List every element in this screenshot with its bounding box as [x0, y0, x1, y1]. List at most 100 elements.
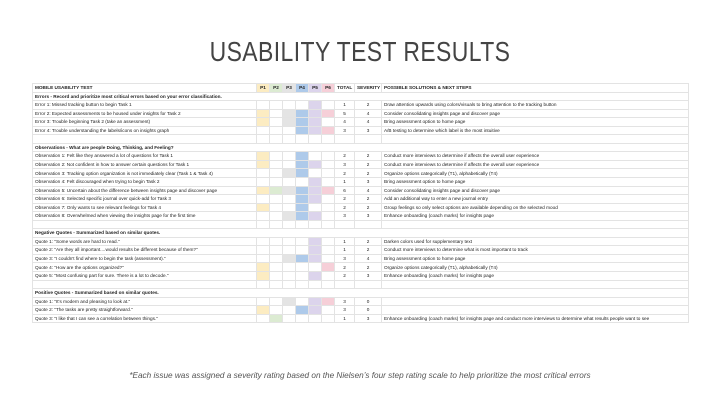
participant-cell-p5 [308, 313, 322, 324]
participant-cell-p4 [295, 168, 309, 178]
row-total: 1 [334, 245, 355, 255]
participant-cell-p1 [256, 108, 270, 119]
row-solution: Enhance onboarding (coach marks) for ins… [381, 271, 689, 281]
empty-cell [321, 134, 335, 144]
participant-cell-p3 [282, 202, 296, 213]
row-total: 2 [334, 151, 355, 161]
row-solution: Conduct more interviews to determine if … [381, 151, 689, 161]
section-heading-row: Negative Quotes - Summarized based on si… [32, 228, 689, 238]
participant-cell-p4 [295, 245, 309, 255]
row-total: 4 [334, 117, 355, 127]
participant-cell-p3 [282, 159, 296, 170]
row-label: Observation 1: Felt like they answered a… [32, 151, 257, 161]
row-total: 3 [334, 211, 355, 221]
participant-cell-p4 [295, 236, 309, 247]
section-heading-row: Positive Quotes - Summarized based on si… [32, 288, 689, 298]
empty-cell [334, 219, 355, 230]
table-row: Observation 7: Only wants to see relevan… [32, 202, 689, 213]
participant-cell-p1 [256, 185, 270, 196]
participant-cell-p5 [308, 271, 322, 281]
participant-cell-p1 [256, 100, 270, 110]
participant-cell-p6 [321, 211, 335, 221]
participant-cell-p5 [308, 211, 322, 221]
participant-cell-p4 [295, 305, 309, 315]
participant-cell-p6 [321, 151, 335, 161]
row-label: Error 1: Missed tracking button to begin… [32, 100, 257, 110]
participant-cell-p1 [256, 305, 270, 315]
participant-cell-p6 [321, 313, 335, 324]
participant-cell-p3 [282, 151, 296, 161]
section-heading: Observations - What are people Doing, Th… [32, 142, 689, 153]
participant-cell-p4 [295, 117, 309, 127]
participant-cell-p3 [282, 211, 296, 221]
row-total: 1 [334, 236, 355, 247]
participant-cell-p4 [295, 185, 309, 196]
row-label: Quote 1: "Some words are hard to read." [32, 236, 257, 247]
row-severity: 2 [354, 236, 382, 247]
participant-cell-p5 [308, 151, 322, 161]
participant-cell-p6 [321, 245, 335, 255]
row-severity: 0 [354, 296, 382, 307]
row-label: Quote 1: "It's modern and pleasing to lo… [32, 296, 257, 307]
row-severity: 2 [354, 194, 382, 204]
participant-cell-p1 [256, 296, 270, 307]
participant-cell-p2 [269, 271, 283, 281]
empty-cell [334, 279, 355, 290]
row-severity: 3 [354, 177, 382, 187]
participant-cell-p6 [321, 177, 335, 187]
participant-cell-p1 [256, 168, 270, 178]
participant-cell-p3 [282, 100, 296, 110]
row-total: 3 [334, 159, 355, 170]
row-label: Observation 4: Felt discouraged when try… [32, 177, 257, 187]
row-severity: 2 [354, 168, 382, 178]
row-label: Quote 4: "How are the options organized?… [32, 262, 257, 273]
header-severity: SEVERITY [354, 83, 382, 93]
participant-cell-p3 [282, 262, 296, 273]
participant-cell-p6 [321, 185, 335, 196]
results-table: MOBILE USABILITY TEST P1 P2 P3 P4 P5 P6 … [32, 83, 689, 324]
row-severity: 2 [354, 202, 382, 213]
table-row: Observation 2: Not confident in how to a… [32, 159, 689, 170]
footnote: *Each issue was assigned a severity rati… [129, 371, 591, 380]
table-row: Observation 6: Selected specific journal… [32, 194, 689, 204]
participant-cell-p6 [321, 168, 335, 178]
empty-cell [308, 134, 322, 144]
table-row: Error 4: Trouble understanding the label… [32, 125, 689, 136]
participant-cell-p2 [269, 305, 283, 315]
participant-cell-p3 [282, 236, 296, 247]
participant-cell-p1 [256, 202, 270, 213]
participant-cell-p3 [282, 168, 296, 178]
row-total: 3 [334, 125, 355, 136]
empty-cell [282, 219, 296, 230]
participant-cell-p4 [295, 177, 309, 187]
participant-cell-p6 [321, 236, 335, 247]
participant-cell-p3 [282, 313, 296, 324]
row-label: Quote 5: "Most confusing part for sure. … [32, 271, 257, 281]
table-row: Observation 8: Overwhelmed when viewing … [32, 211, 689, 221]
table-row: Quote 1: "Some words are hard to read." 1… [32, 236, 689, 247]
participant-cell-p3 [282, 253, 296, 264]
row-solution: Bring assessment option to home page [381, 117, 689, 127]
empty-cell [269, 219, 283, 230]
participant-cell-p3 [282, 271, 296, 281]
row-label: Error 4: Trouble understanding the label… [32, 125, 257, 136]
participant-cell-p2 [269, 262, 283, 273]
header-p1: P1 [256, 83, 270, 93]
empty-cell [269, 134, 283, 144]
empty-cell [256, 219, 270, 230]
participant-cell-p6 [321, 194, 335, 204]
row-solution: Organize options categorically (T1), alp… [381, 168, 689, 178]
participant-cell-p3 [282, 117, 296, 127]
section-heading: Errors - Record and prioritize most crit… [32, 91, 689, 102]
participant-cell-p2 [269, 185, 283, 196]
row-solution: Consider consolidating insights page and… [381, 108, 689, 119]
participant-cell-p1 [256, 271, 270, 281]
row-total: 3 [334, 296, 355, 307]
table-row: Quote 4: "How are the options organized?… [32, 262, 689, 273]
empty-cell [354, 279, 382, 290]
empty-cell [321, 279, 335, 290]
participant-cell-p4 [295, 194, 309, 204]
empty-cell [295, 134, 309, 144]
section-heading: Positive Quotes - Summarized based on si… [32, 288, 689, 298]
participant-cell-p5 [308, 202, 322, 213]
